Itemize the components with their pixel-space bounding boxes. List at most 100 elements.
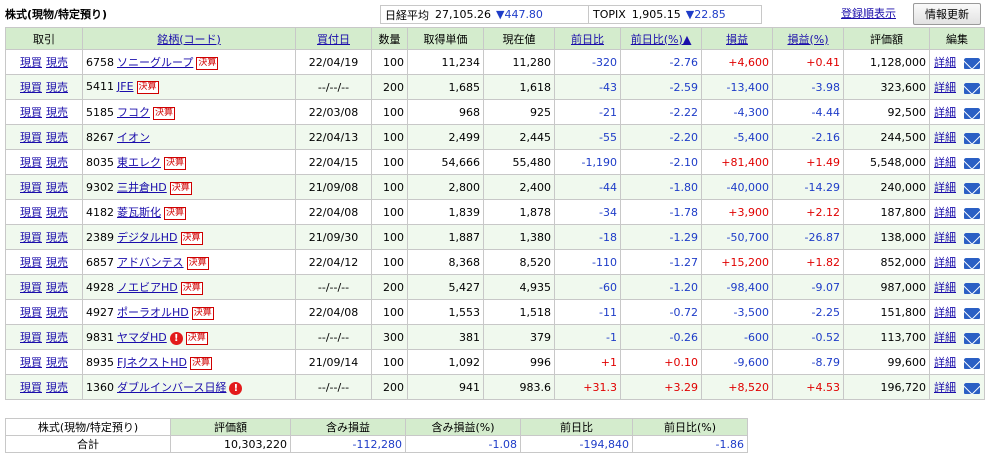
mail-icon[interactable] — [964, 57, 980, 69]
stock-name-link[interactable]: アドバンテス — [117, 256, 184, 269]
detail-link[interactable]: 詳細 — [934, 356, 956, 369]
mail-icon[interactable] — [964, 282, 980, 294]
stock-name-link[interactable]: 東エレク — [117, 156, 161, 169]
stock-name-link[interactable]: 三井倉HD — [117, 181, 167, 194]
buy-link[interactable]: 現買 — [20, 106, 42, 119]
mail-icon[interactable] — [964, 357, 980, 369]
mail-icon[interactable] — [964, 307, 980, 319]
buy-link[interactable]: 現買 — [20, 181, 42, 194]
mail-icon[interactable] — [964, 232, 980, 244]
stock-name-link[interactable]: ダブルインバース日経 — [117, 381, 226, 394]
detail-link[interactable]: 詳細 — [934, 231, 956, 244]
day-change: -320 — [554, 49, 621, 75]
mail-icon[interactable] — [964, 382, 980, 394]
buy-date: 22/04/15 — [295, 149, 372, 175]
refresh-button[interactable]: 情報更新 — [913, 3, 981, 25]
sell-link[interactable]: 現売 — [46, 356, 68, 369]
earnings-badge[interactable]: 決算 — [191, 306, 214, 320]
stock-name-link[interactable]: イオン — [117, 131, 150, 144]
sell-link[interactable]: 現売 — [46, 156, 68, 169]
buy-link[interactable]: 現買 — [20, 281, 42, 294]
detail-link[interactable]: 詳細 — [934, 281, 956, 294]
buy-link[interactable]: 現買 — [20, 156, 42, 169]
stock-name-link[interactable]: ポーラオルHD — [117, 306, 189, 319]
sell-link[interactable]: 現売 — [46, 131, 68, 144]
detail-link[interactable]: 詳細 — [934, 331, 956, 344]
detail-link[interactable]: 詳細 — [934, 181, 956, 194]
sell-link[interactable]: 現売 — [46, 181, 68, 194]
detail-link[interactable]: 詳細 — [934, 56, 956, 69]
earnings-badge[interactable]: 決算 — [164, 206, 187, 220]
buy-link[interactable]: 現買 — [20, 306, 42, 319]
detail-link[interactable]: 詳細 — [934, 381, 956, 394]
col-pl-sort[interactable]: 損益 — [701, 27, 773, 50]
col-buy-date-sort[interactable]: 買付日 — [295, 27, 372, 50]
stock-name-link[interactable]: ノエビアHD — [117, 281, 178, 294]
mail-icon[interactable] — [964, 107, 980, 119]
mail-icon[interactable] — [964, 182, 980, 194]
detail-link[interactable]: 詳細 — [934, 256, 956, 269]
sell-link[interactable]: 現売 — [46, 281, 68, 294]
buy-link[interactable]: 現買 — [20, 206, 42, 219]
buy-link[interactable]: 現買 — [20, 81, 42, 94]
sell-link[interactable]: 現売 — [46, 231, 68, 244]
alert-icon[interactable]: ! — [229, 381, 243, 395]
stock-name-link[interactable]: フコク — [117, 106, 150, 119]
buy-link[interactable]: 現買 — [20, 231, 42, 244]
detail-link[interactable]: 詳細 — [934, 131, 956, 144]
sell-link[interactable]: 現売 — [46, 256, 68, 269]
mail-icon[interactable] — [964, 82, 980, 94]
sell-link[interactable]: 現売 — [46, 306, 68, 319]
sell-link[interactable]: 現売 — [46, 56, 68, 69]
buy-link[interactable]: 現買 — [20, 381, 42, 394]
earnings-badge[interactable]: 決算 — [180, 231, 203, 245]
col-day-pct-sort[interactable]: 前日比(%)▲ — [620, 27, 702, 50]
col-name-sort[interactable]: 銘柄(コード) — [82, 27, 296, 50]
mail-icon[interactable] — [964, 257, 980, 269]
earnings-badge[interactable]: 決算 — [164, 156, 187, 170]
detail-link[interactable]: 詳細 — [934, 81, 956, 94]
earnings-badge[interactable]: 決算 — [185, 331, 208, 345]
cost-price: 2,800 — [407, 174, 484, 200]
sell-link[interactable]: 現売 — [46, 106, 68, 119]
detail-link[interactable]: 詳細 — [934, 306, 956, 319]
day-change: +1 — [554, 349, 621, 375]
detail-link[interactable]: 詳細 — [934, 156, 956, 169]
earnings-badge[interactable]: 決算 — [189, 356, 212, 370]
stock-name-link[interactable]: 菱瓦斯化 — [117, 206, 161, 219]
earnings-badge[interactable]: 決算 — [169, 181, 192, 195]
col-day-change-sort[interactable]: 前日比 — [554, 27, 621, 50]
table-row: 現買 現売 2389 デジタルHD 決算 21/09/30 100 1,887 1,380 -18… — [5, 224, 985, 250]
registration-order-link[interactable]: 登録順表示 — [841, 5, 896, 21]
mail-icon[interactable] — [964, 332, 980, 344]
mail-icon[interactable] — [964, 207, 980, 219]
col-pl-pct-sort[interactable]: 損益(%) — [772, 27, 844, 50]
earnings-badge[interactable]: 決算 — [186, 256, 209, 270]
stock-name-link[interactable]: JFE — [117, 80, 134, 93]
buy-link[interactable]: 現買 — [20, 56, 42, 69]
summary-header: 前日比(%) — [632, 418, 748, 436]
sell-link[interactable]: 現売 — [46, 206, 68, 219]
stock-name-link[interactable]: FJネクストHD — [117, 356, 187, 369]
earnings-badge[interactable]: 決算 — [180, 281, 203, 295]
sell-link[interactable]: 現売 — [46, 381, 68, 394]
current-price: 925 — [483, 99, 555, 125]
mail-icon[interactable] — [964, 157, 980, 169]
sell-link[interactable]: 現売 — [46, 81, 68, 94]
detail-link[interactable]: 詳細 — [934, 206, 956, 219]
stock-name-link[interactable]: ソニーグループ — [117, 56, 193, 69]
buy-link[interactable]: 現買 — [20, 131, 42, 144]
buy-link[interactable]: 現買 — [20, 256, 42, 269]
sell-link[interactable]: 現売 — [46, 331, 68, 344]
stock-name-link[interactable]: ヤマダHD — [117, 331, 167, 344]
market-value: 151,800 — [843, 299, 930, 325]
earnings-badge[interactable]: 決算 — [136, 80, 159, 94]
detail-link[interactable]: 詳細 — [934, 106, 956, 119]
buy-link[interactable]: 現買 — [20, 331, 42, 344]
earnings-badge[interactable]: 決算 — [153, 106, 176, 120]
mail-icon[interactable] — [964, 132, 980, 144]
earnings-badge[interactable]: 決算 — [196, 56, 219, 70]
buy-link[interactable]: 現買 — [20, 356, 42, 369]
alert-icon[interactable]: ! — [169, 331, 183, 345]
stock-name-link[interactable]: デジタルHD — [117, 231, 178, 244]
